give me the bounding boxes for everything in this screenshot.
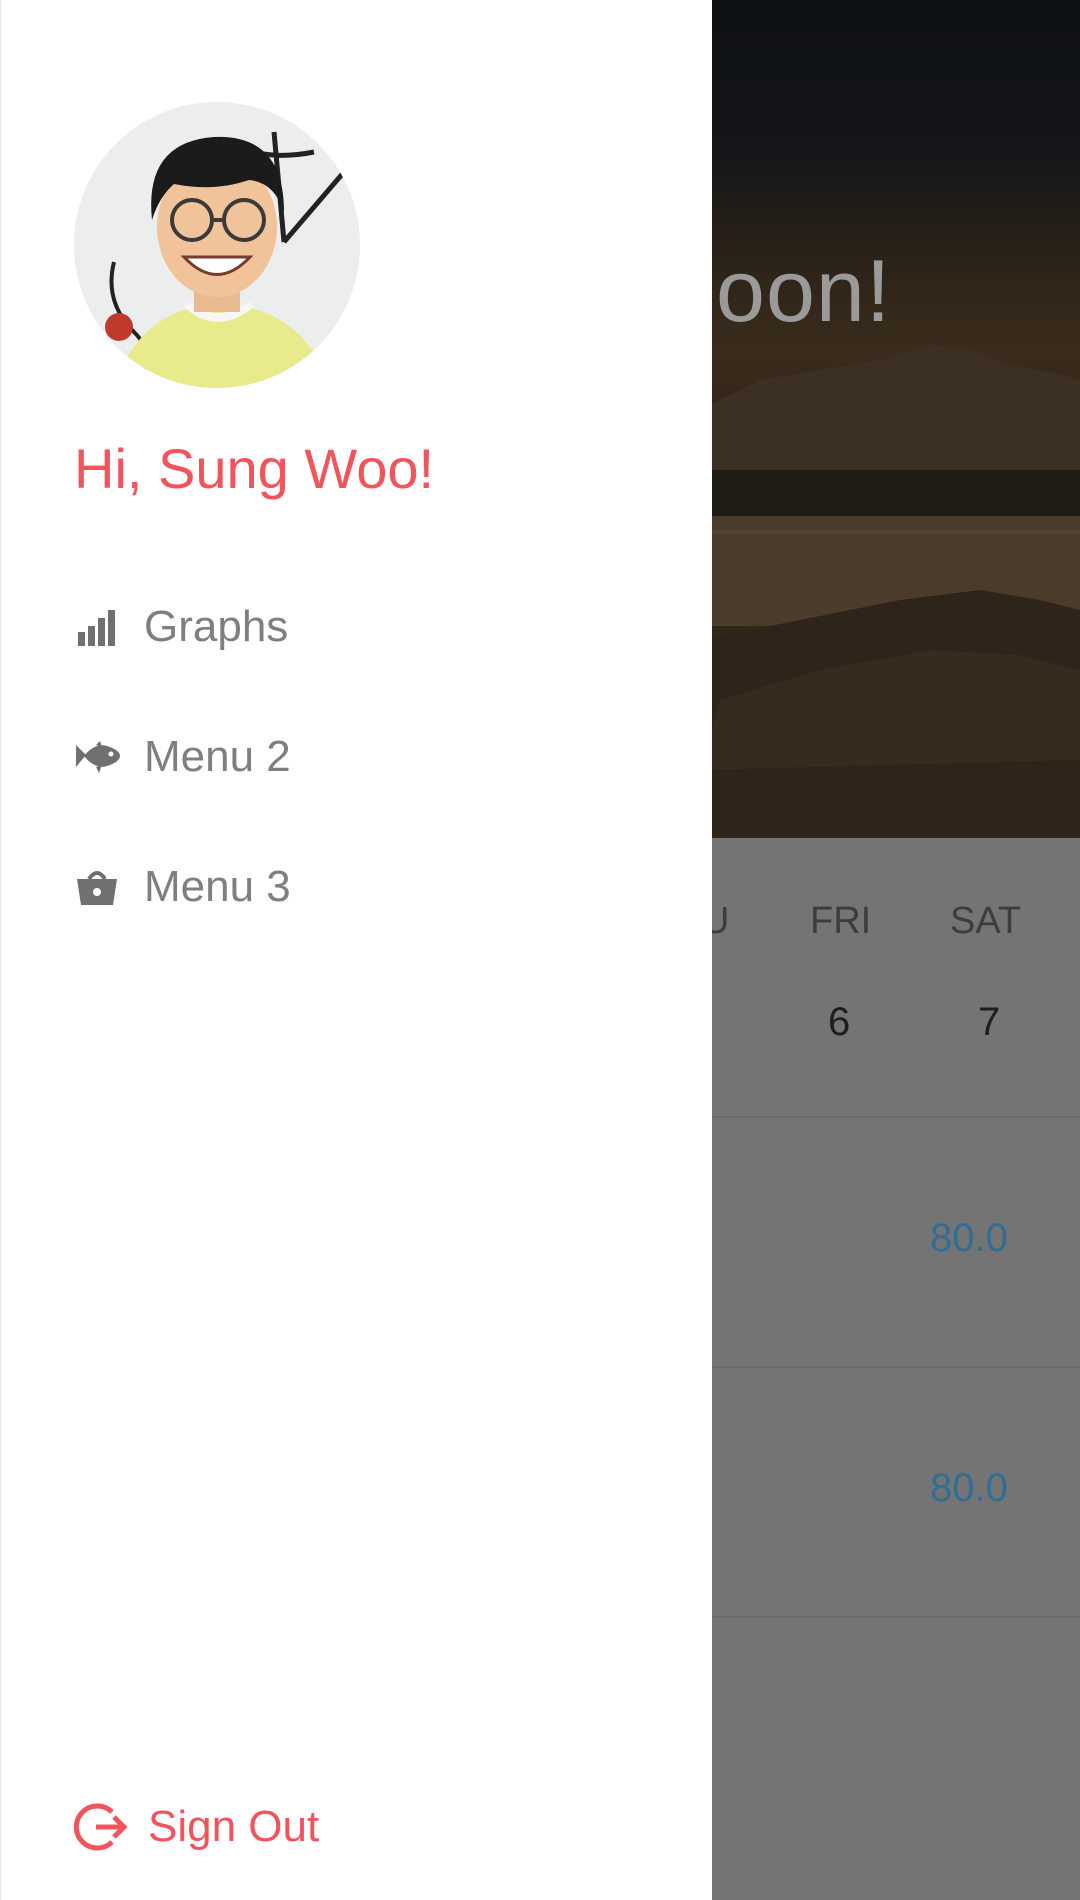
sign-out-button[interactable]: Sign Out [74, 1792, 319, 1862]
menu-item-label: Menu 2 [144, 732, 291, 781]
sign-out-label: Sign Out [148, 1802, 320, 1851]
avatar[interactable] [74, 102, 360, 388]
menu-item-label: Menu 3 [144, 862, 291, 911]
row-value: 80.0 [930, 1216, 1008, 1260]
day-number[interactable]: 6 [828, 1000, 850, 1045]
menu-item-label: Graphs [144, 602, 289, 651]
day-label: FRI [810, 900, 872, 942]
greeting-text: oon! [716, 241, 892, 340]
menu-item-menu-2[interactable]: Menu 2 [74, 722, 291, 792]
user-greeting: Hi, Sung Woo! [74, 437, 435, 500]
sign-out-icon [74, 1803, 128, 1851]
day-label: SAT [950, 900, 1022, 942]
basket-icon [74, 864, 120, 910]
day-number[interactable]: 7 [978, 1000, 1000, 1045]
fish-icon [74, 734, 120, 780]
row-value: 80.0 [930, 1466, 1008, 1510]
navigation-drawer: Hi, Sung Woo! Graphs Menu 2 Menu 3 Sign … [0, 0, 712, 1900]
user-avatar [74, 102, 360, 388]
bar-chart-icon [74, 604, 120, 650]
menu-item-graphs[interactable]: Graphs [74, 592, 288, 662]
menu-item-menu-3[interactable]: Menu 3 [74, 852, 291, 922]
